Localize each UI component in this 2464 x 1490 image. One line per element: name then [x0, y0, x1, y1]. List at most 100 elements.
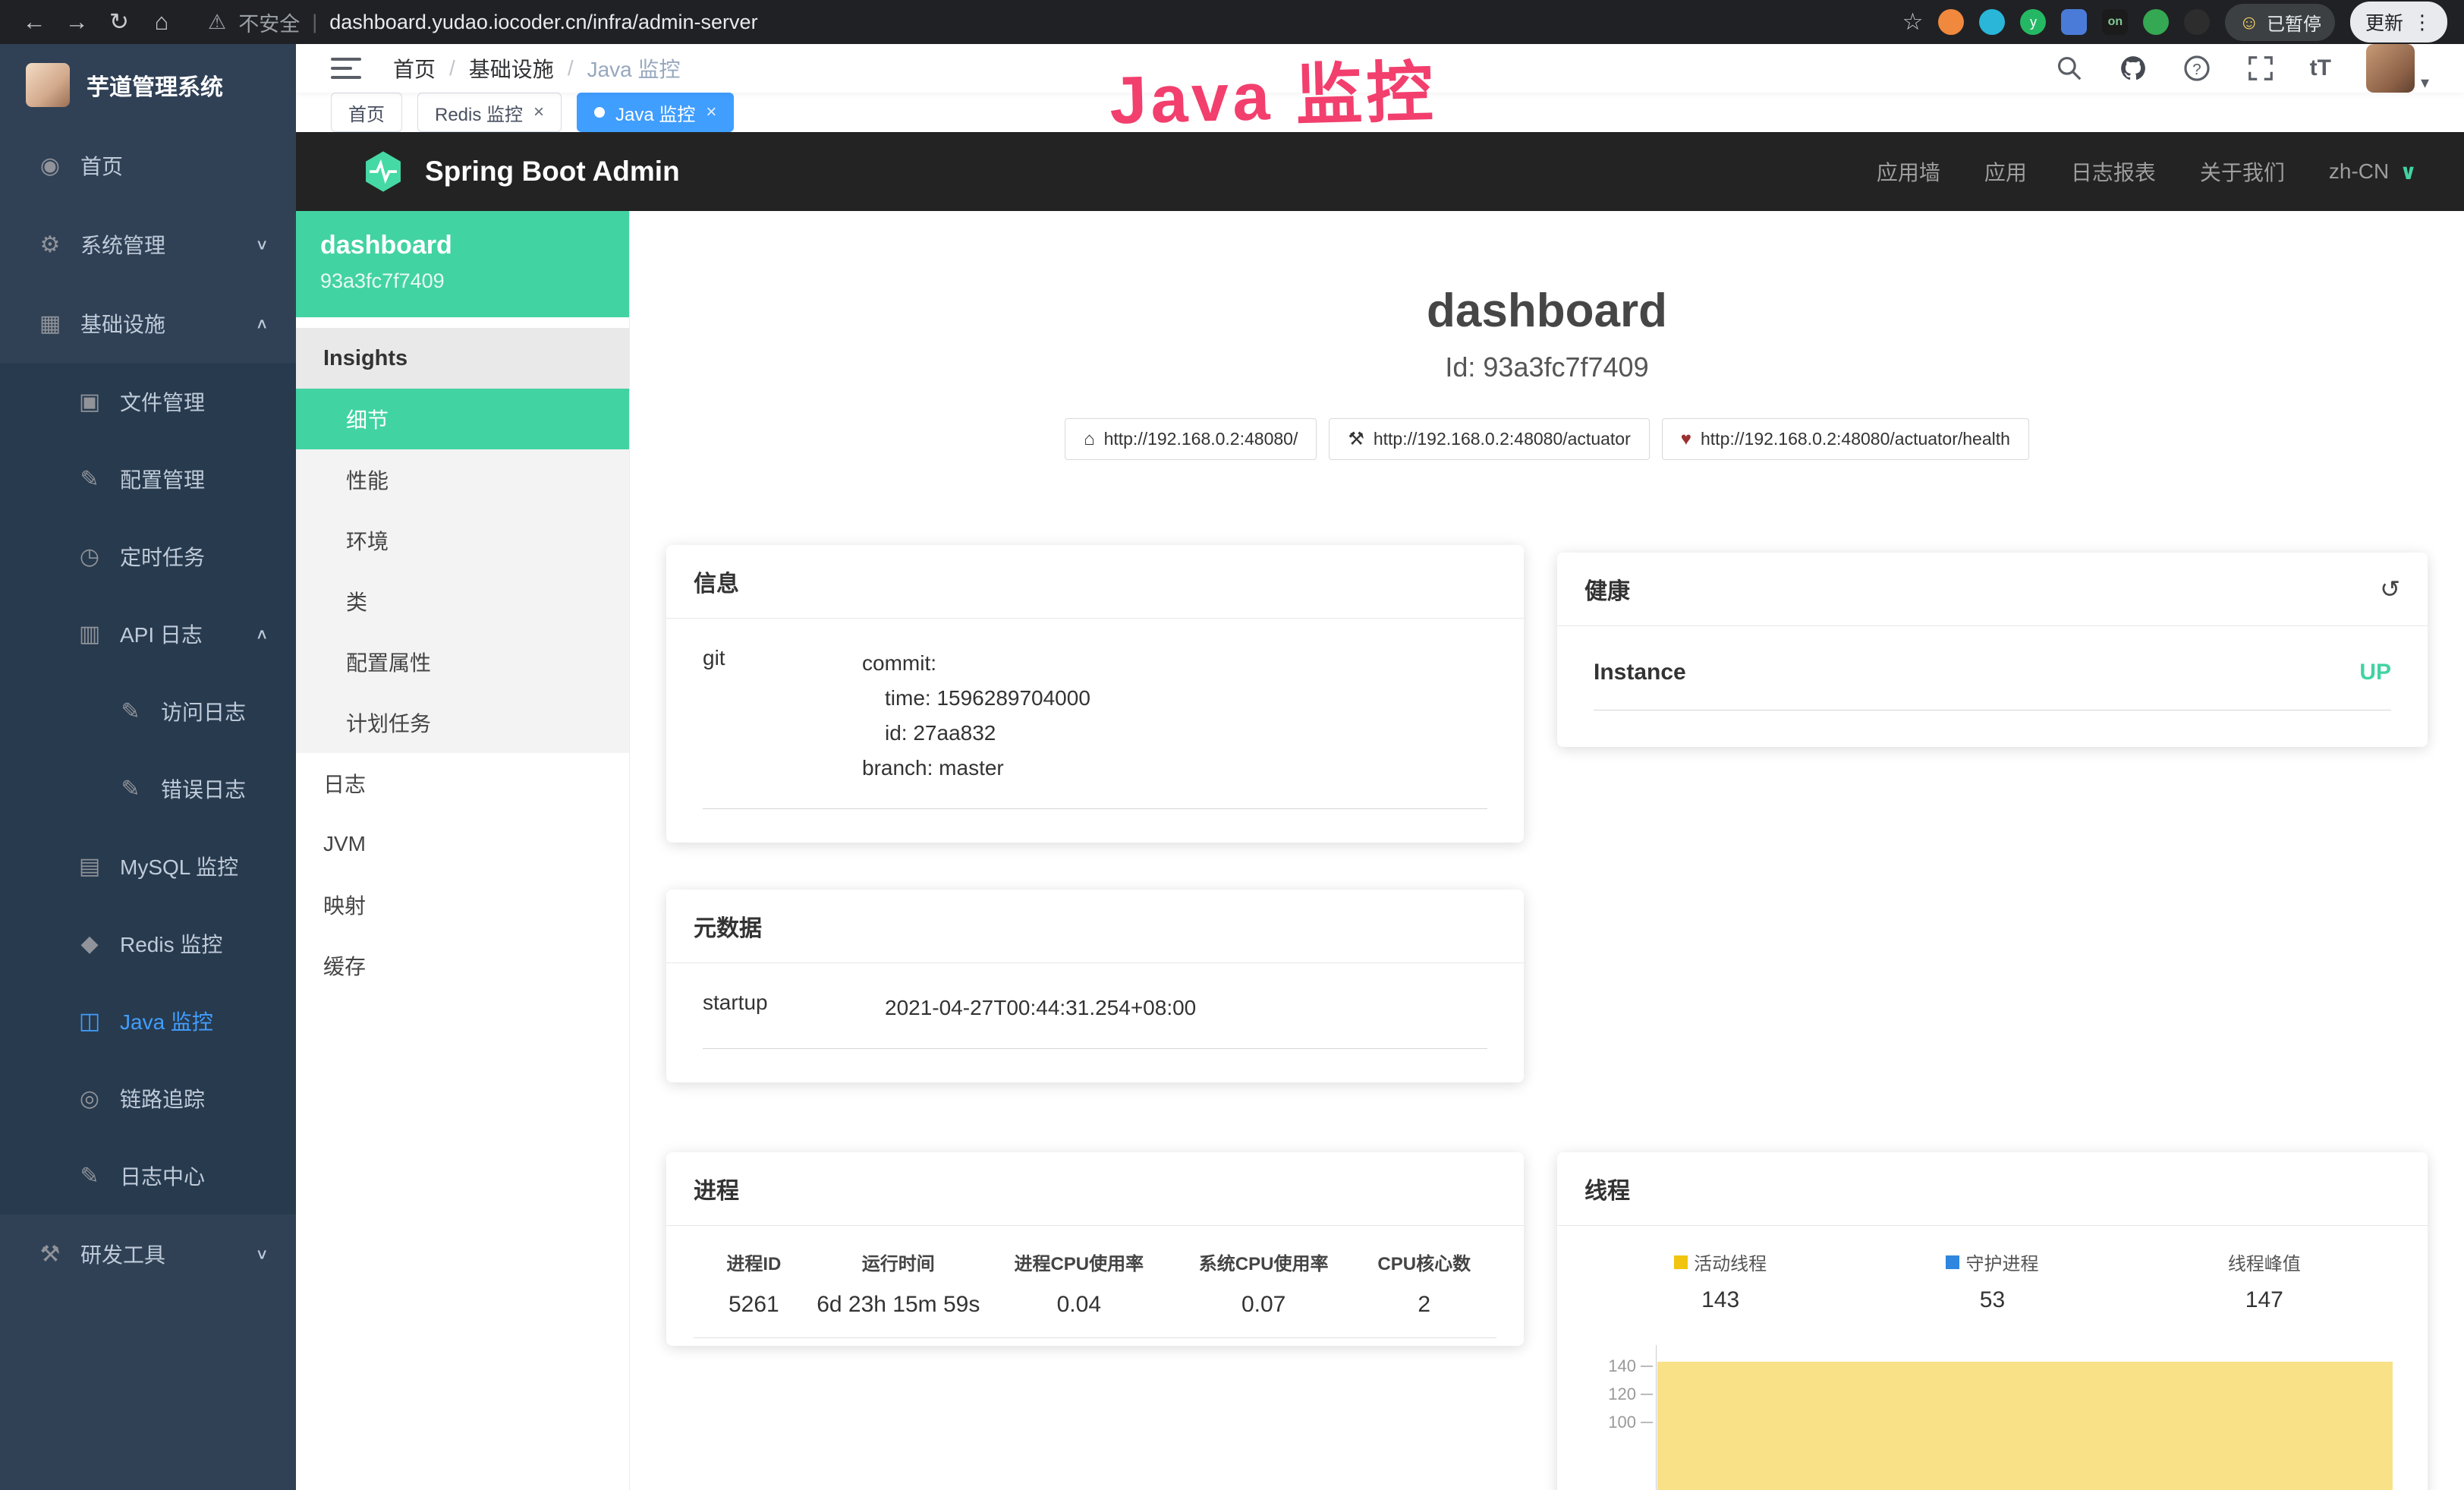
user-menu[interactable]: ▾	[2366, 44, 2429, 93]
github-icon[interactable]	[2119, 54, 2148, 83]
leaf-extension-icon[interactable]	[2143, 9, 2169, 35]
bookmark-star-icon[interactable]: ☆	[1902, 8, 1924, 36]
home-icon[interactable]: ⌂	[144, 8, 179, 36]
update-button[interactable]: 更新 ⋮	[2350, 2, 2447, 43]
on-extension-icon[interactable]: on	[2102, 9, 2128, 35]
address-bar[interactable]: ⚠ 不安全 | dashboard.yudao.iocoder.cn/infra…	[208, 8, 1895, 37]
sba-item-environment[interactable]: 环境	[296, 510, 629, 571]
sidebar-item-config-mgmt[interactable]: ✎ 配置管理	[0, 440, 296, 518]
sba-nav-wallboard[interactable]: 应用墙	[1877, 156, 1940, 187]
blue-legend-square	[1946, 1255, 1959, 1269]
back-icon[interactable]: ←	[17, 8, 52, 36]
sidebar-item-access-logs[interactable]: ✎ 访问日志	[0, 673, 296, 750]
sidebar-item-java-monitor[interactable]: ◫ Java 监控	[0, 982, 296, 1060]
process-col-header: 进程ID	[694, 1249, 814, 1292]
sidebar-item-infrastructure[interactable]: ▦ 基础设施 ∧	[0, 284, 296, 363]
sidebar-item-log-center[interactable]: ✎ 日志中心	[0, 1137, 296, 1214]
active-dot	[594, 107, 605, 118]
sba-item-config-props[interactable]: 配置属性	[296, 632, 629, 692]
sba-item-performance[interactable]: 性能	[296, 449, 629, 510]
sba-item-classes[interactable]: 类	[296, 571, 629, 632]
sba-navbar: Spring Boot Admin 应用墙 应用 日志报表 关于我们 zh-CN…	[296, 132, 2464, 211]
search-icon[interactable]	[2055, 54, 2084, 83]
y-axis-tickmark	[1641, 1394, 1653, 1395]
sba-instance-header: dashboard 93a3fc7f7409	[296, 211, 629, 317]
sidebar-item-scheduled-tasks[interactable]: ◷ 定时任务	[0, 518, 296, 595]
sba-nav-journal[interactable]: 日志报表	[2071, 156, 2156, 187]
sba-instance-id: 93a3fc7f7409	[320, 269, 605, 293]
sba-item-mappings[interactable]: 映射	[296, 874, 629, 935]
close-icon[interactable]: ×	[706, 102, 716, 123]
tab-home[interactable]: 首页	[331, 93, 402, 132]
sidebar-item-error-logs[interactable]: ✎ 错误日志	[0, 750, 296, 827]
security-label[interactable]: 不安全	[238, 8, 300, 37]
sba-nav-about[interactable]: 关于我们	[2200, 156, 2285, 187]
card-title: 线程	[1584, 1172, 1630, 1205]
sba-sidebar-insights[interactable]: Insights	[296, 328, 629, 389]
sidebar-item-home[interactable]: ◉ 首页	[0, 126, 296, 205]
sidebar-item-api-logs[interactable]: ▥ API 日志 ∧	[0, 595, 296, 673]
history-icon[interactable]: ↺	[2380, 575, 2400, 603]
tab-java-monitor[interactable]: Java 监控 ×	[577, 93, 734, 132]
instance-links: ⌂ http://192.168.0.2:48080/ ⚒ http://192…	[630, 418, 2464, 460]
process-col-header: 系统CPU使用率	[1175, 1249, 1352, 1292]
process-col-header: 进程CPU使用率	[983, 1249, 1175, 1292]
sba-nav-applications[interactable]: 应用	[1984, 156, 2027, 187]
sidebar-item-system-mgmt[interactable]: ⚙ 系统管理 ∨	[0, 205, 296, 284]
breadcrumb-infrastructure[interactable]: 基础设施	[469, 53, 554, 83]
close-icon[interactable]: ×	[533, 102, 544, 123]
sidebar-item-label: API 日志	[120, 619, 203, 649]
browser-menu-icon[interactable]: ⋮	[2412, 11, 2432, 34]
process-uptime: 6d 23h 15m 59s	[814, 1292, 983, 1338]
chevron-down-icon: ∨	[255, 1245, 269, 1262]
sba-item-jvm[interactable]: JVM	[296, 814, 629, 874]
process-pid: 5261	[694, 1292, 814, 1338]
sba-item-details[interactable]: 细节	[296, 389, 629, 449]
sidebar-item-file-mgmt[interactable]: ▣ 文件管理	[0, 363, 296, 440]
actuator-url-link[interactable]: ⚒ http://192.168.0.2:48080/actuator	[1329, 418, 1649, 460]
breadcrumb-home[interactable]: 首页	[393, 53, 436, 83]
puppeteer-extension-icon[interactable]	[2184, 9, 2210, 35]
sba-sidebar: dashboard 93a3fc7f7409 Insights 细节 性能 环境…	[296, 211, 630, 1490]
sidebar-item-trace[interactable]: ◎ 链路追踪	[0, 1060, 296, 1137]
sidebar-item-label: 基础设施	[80, 308, 165, 339]
sba-logo-icon	[361, 150, 405, 194]
paused-badge[interactable]: ☺ 已暂停	[2225, 4, 2335, 41]
drop-extension-icon[interactable]	[1979, 9, 2005, 35]
y-extension-icon[interactable]: y	[2020, 9, 2046, 35]
service-url-link[interactable]: ⌂ http://192.168.0.2:48080/	[1065, 418, 1317, 460]
java-monitor-icon: ◫	[74, 1008, 105, 1035]
card-title: 元数据	[694, 909, 762, 943]
sidebar-item-redis-monitor[interactable]: ◆ Redis 监控	[0, 905, 296, 982]
metadata-key: startup	[703, 991, 885, 1025]
sidebar-toggle-icon[interactable]	[331, 58, 361, 79]
edit-icon: ✎	[74, 466, 105, 493]
sba-brand-title[interactable]: Spring Boot Admin	[425, 156, 680, 187]
url-text[interactable]: dashboard.yudao.iocoder.cn/infra/admin-s…	[329, 11, 757, 34]
health-url-link[interactable]: ♥ http://192.168.0.2:48080/actuator/heal…	[1662, 418, 2029, 460]
user-avatar[interactable]	[2366, 44, 2415, 93]
sba-insights-submenu: 细节 性能 环境 类 配置属性 计划任务	[296, 389, 629, 753]
sidebar-item-label: 研发工具	[80, 1239, 165, 1269]
mysql-icon: ▤	[74, 853, 105, 880]
font-size-icon[interactable]: tT	[2310, 55, 2331, 81]
fox-extension-icon[interactable]	[1938, 9, 1964, 35]
info-key: git	[703, 646, 862, 786]
sba-instance-name: dashboard	[320, 231, 605, 260]
error-log-icon: ✎	[115, 776, 146, 802]
heart-icon: ♥	[1681, 429, 1691, 450]
fullscreen-icon[interactable]	[2246, 54, 2275, 83]
sidebar-item-mysql-monitor[interactable]: ▤ MySQL 监控	[0, 827, 296, 905]
grid-extension-icon[interactable]	[2061, 9, 2087, 35]
sidebar-item-devtools[interactable]: ⚒ 研发工具 ∨	[0, 1214, 296, 1293]
sba-locale-select[interactable]: zh-CN ∨	[2329, 159, 2417, 184]
tab-redis-monitor[interactable]: Redis 监控 ×	[417, 93, 562, 132]
instance-id-subtitle: Id: 93a3fc7f7409	[630, 351, 2464, 383]
sba-item-scheduled[interactable]: 计划任务	[296, 692, 629, 753]
help-icon[interactable]: ?	[2182, 54, 2211, 83]
smiley-icon: ☺	[2239, 11, 2259, 34]
sba-item-caches[interactable]: 缓存	[296, 935, 629, 996]
forward-icon[interactable]: →	[59, 8, 94, 36]
reload-icon[interactable]: ↻	[102, 8, 137, 36]
sba-item-logs[interactable]: 日志	[296, 753, 629, 814]
